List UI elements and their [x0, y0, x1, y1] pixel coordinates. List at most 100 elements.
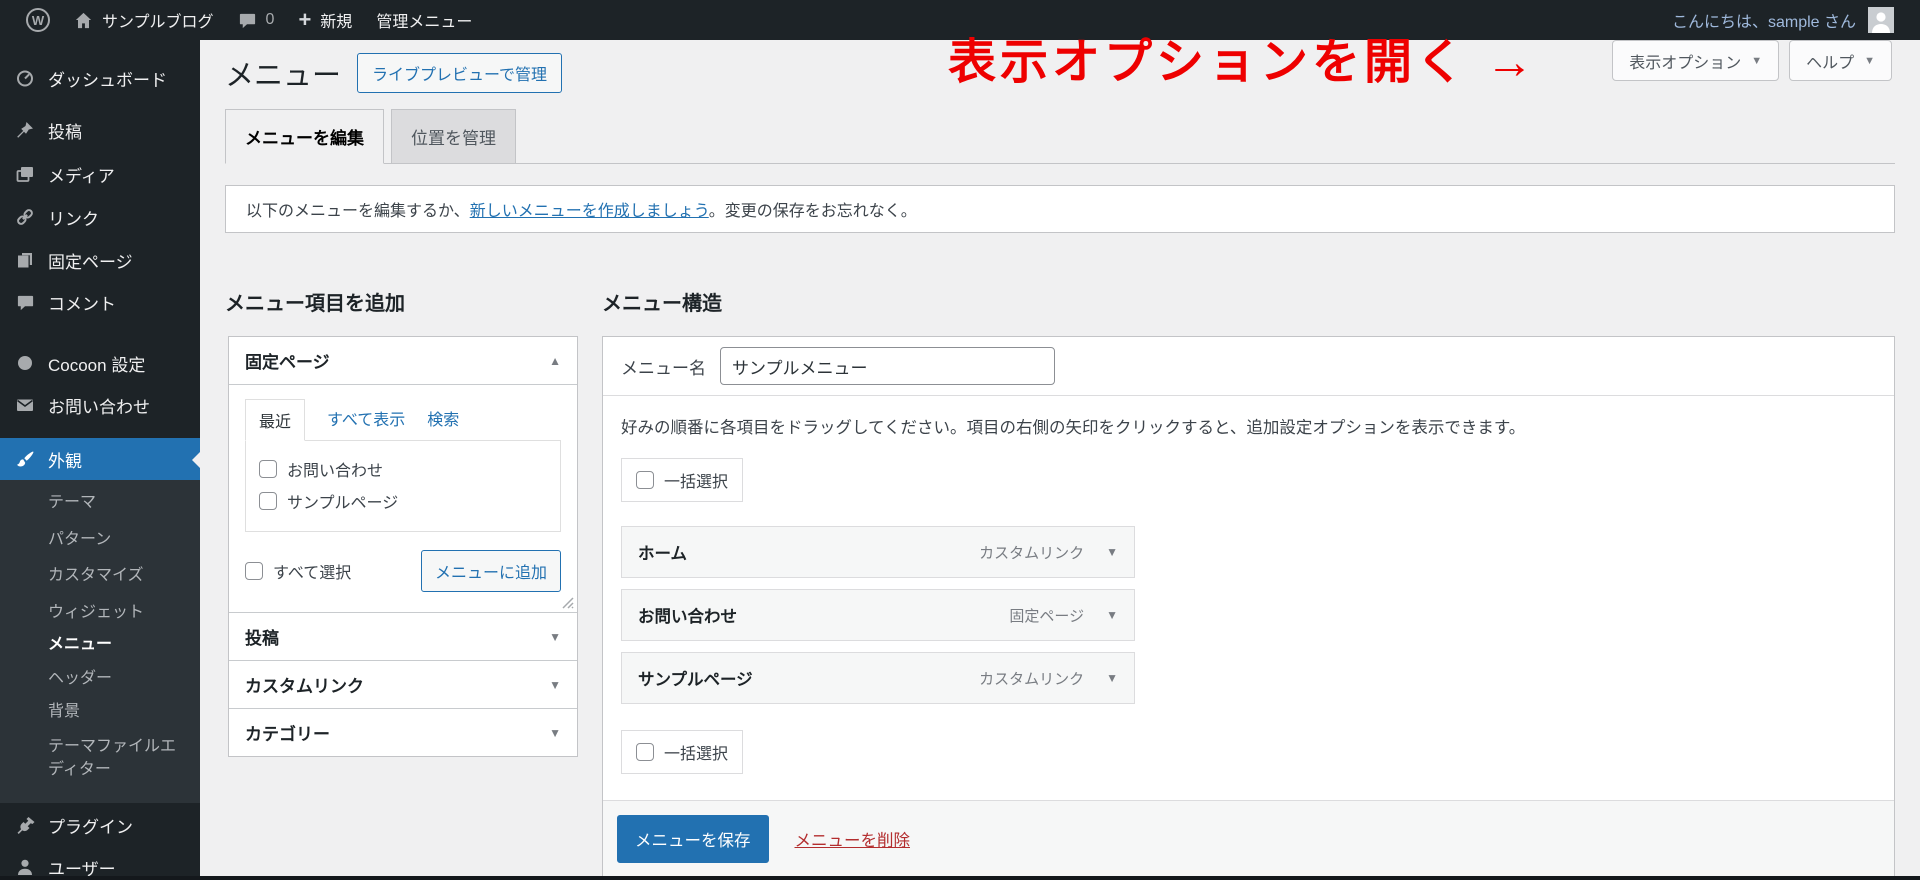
home-icon — [74, 11, 93, 30]
submenu-label: ウィジェット — [48, 604, 145, 621]
page-item-label: サンプルページ — [287, 495, 399, 512]
submenu-item-patterns[interactable]: パターン — [0, 528, 200, 551]
accordion-title: 固定ページ — [245, 353, 330, 372]
site-name-link[interactable]: サンプルブログ — [62, 0, 226, 40]
bulk-select-checkbox[interactable] — [636, 471, 654, 489]
sidebar-item-appearance[interactable]: 外観 — [0, 438, 200, 480]
menu-item-title: お問い合わせ — [638, 608, 737, 626]
chevron-down-icon: ▼ — [549, 725, 561, 740]
submenu-item-customize[interactable]: カスタマイズ — [0, 564, 200, 587]
menu-structure-body: 好みの順番に各項目をドラッグしてください。項目の右側の矢印をクリックすると、追加… — [603, 396, 1894, 792]
sidebar-item-label: 投稿 — [48, 122, 82, 142]
new-content-link[interactable]: + 新規 — [286, 0, 364, 40]
accordion-section-pages[interactable]: 固定ページ ▲ — [229, 337, 577, 385]
menu-structure-heading: メニュー構造 — [602, 293, 722, 315]
pages-checklist: お問い合わせ サンプルページ — [245, 440, 561, 532]
delete-menu-link[interactable]: メニューを削除 — [795, 827, 911, 851]
screen-options-label: 表示オプション — [1629, 54, 1742, 72]
tab-view-all[interactable]: すべて表示 — [327, 406, 405, 430]
submenu-item-widgets[interactable]: ウィジェット — [0, 601, 200, 624]
accordion-section-custom-links[interactable]: カスタムリンク ▼ — [229, 660, 577, 708]
menu-name-label: メニュー名 — [621, 358, 706, 378]
tab-most-recent[interactable]: 最近 — [245, 399, 306, 441]
sidebar-item-media[interactable]: メディア — [0, 152, 200, 196]
submenu-label: カスタマイズ — [48, 567, 144, 584]
expand-item-arrow[interactable]: ▼ — [1106, 671, 1118, 685]
add-to-menu-button[interactable]: メニューに追加 — [420, 550, 561, 592]
select-all-checkbox[interactable] — [245, 562, 263, 580]
bulk-select-control: 一括選択 — [621, 458, 744, 502]
user-icon — [14, 857, 36, 877]
sidebar-item-comments[interactable]: コメント — [0, 280, 200, 324]
submenu-item-themes[interactable]: テーマ — [0, 491, 200, 514]
chevron-up-icon: ▲ — [549, 353, 561, 368]
notice-text: 以下のメニューを編集するか、新しいメニューを作成しましょう。変更の保存をお忘れな… — [246, 197, 917, 221]
avatar — [1868, 7, 1894, 33]
sidebar-item-label: プラグイン — [48, 817, 133, 837]
select-all-label: すべて選択 — [273, 565, 352, 582]
admin-menu-bar-link[interactable]: 管理メニュー — [364, 0, 484, 40]
expand-item-arrow[interactable]: ▼ — [1106, 545, 1118, 559]
menu-item-contact[interactable]: お問い合わせ 固定ページ ▼ — [621, 589, 1135, 641]
account-link[interactable]: こんにちは、sample さん — [1660, 0, 1906, 40]
menu-item-sample-page[interactable]: サンプルページ カスタムリンク ▼ — [621, 652, 1135, 704]
page-checkbox[interactable] — [259, 460, 277, 478]
sidebar-item-cocoon-settings[interactable]: Cocoon 設定 — [0, 341, 200, 385]
menu-items-list: ホーム カスタムリンク ▼ お問い合わせ 固定ページ ▼ サンプルページ カスタ… — [621, 526, 1135, 704]
tab-edit-menus[interactable]: メニューを編集 — [225, 109, 384, 164]
media-icon — [14, 164, 36, 184]
admin-sidebar: ダッシュボード 投稿 メディア リンク 固定ページ コメント Cocoon 設定… — [0, 40, 200, 880]
drag-instruction: 好みの順番に各項目をドラッグしてください。項目の右側の矢印をクリックすると、追加… — [621, 419, 1526, 437]
menu-item-type: 固定ページ — [1009, 607, 1085, 625]
chevron-down-icon: ▼ — [549, 677, 561, 692]
submenu-item-menus[interactable]: メニュー — [0, 633, 200, 656]
help-button[interactable]: ヘルプ ▼ — [1789, 40, 1892, 81]
page-checkbox[interactable] — [259, 492, 277, 510]
accordion-title: カテゴリー — [245, 725, 330, 744]
page-checklist-item: サンプルページ — [246, 485, 560, 517]
submenu-item-header[interactable]: ヘッダー — [0, 667, 200, 690]
link-icon — [14, 207, 36, 227]
sidebar-item-users[interactable]: ユーザー — [0, 845, 200, 880]
wp-logo-link[interactable]: W — [14, 0, 62, 40]
live-preview-button[interactable]: ライブプレビューで管理 — [357, 53, 563, 93]
menu-item-type: カスタムリンク — [979, 670, 1085, 688]
annotation-open-screen-options: 表示オプションを開く → — [948, 36, 1538, 89]
menu-name-input[interactable] — [720, 347, 1055, 385]
bulk-select-control: 一括選択 — [621, 730, 744, 774]
comment-icon — [14, 293, 36, 312]
create-menu-link[interactable]: 新しいメニューを作成しましょう — [470, 203, 709, 220]
bulk-select-label: 一括選択 — [664, 474, 729, 491]
accordion-section-categories[interactable]: カテゴリー ▼ — [229, 708, 577, 756]
menu-item-home[interactable]: ホーム カスタムリンク ▼ — [621, 526, 1135, 578]
save-menu-button[interactable]: メニューを保存 — [617, 814, 769, 863]
comments-link[interactable]: 0 — [226, 0, 287, 40]
sidebar-item-label: リンク — [48, 209, 99, 229]
wp-logo-letter: W — [31, 12, 45, 28]
tab-manage-locations[interactable]: 位置を管理 — [391, 109, 516, 164]
submenu-item-theme-file-editor[interactable]: テーマファイルエディター — [0, 735, 200, 781]
gauge-icon — [14, 68, 36, 88]
screen-meta-toggles: 表示オプション ▼ ヘルプ ▼ — [1612, 40, 1892, 81]
menu-structure-panel: メニュー名 好みの順番に各項目をドラッグしてください。項目の右側の矢印をクリック… — [602, 336, 1895, 877]
accordion-section-posts[interactable]: 投稿 ▼ — [229, 612, 577, 660]
accordion-title: カスタムリンク — [245, 677, 364, 696]
new-label: 新規 — [320, 14, 353, 31]
tab-search[interactable]: 検索 — [427, 406, 459, 430]
expand-item-arrow[interactable]: ▼ — [1106, 608, 1118, 622]
screen-options-button[interactable]: 表示オプション ▼ — [1612, 40, 1780, 81]
sidebar-item-dashboard[interactable]: ダッシュボード — [0, 56, 200, 100]
submenu-item-background[interactable]: 背景 — [0, 700, 200, 723]
sidebar-item-posts[interactable]: 投稿 — [0, 108, 200, 152]
pages-icon — [14, 250, 36, 270]
wordpress-logo-icon: W — [26, 8, 50, 32]
menu-name-row: メニュー名 — [603, 337, 1894, 396]
chevron-down-icon: ▼ — [1864, 54, 1875, 67]
sidebar-item-plugins[interactable]: プラグイン — [0, 803, 200, 847]
menu-item-title: サンプルページ — [638, 671, 753, 689]
resize-handle[interactable] — [560, 595, 574, 609]
sidebar-item-contact[interactable]: お問い合わせ — [0, 383, 200, 427]
bulk-select-checkbox[interactable] — [636, 743, 654, 761]
sidebar-item-pages[interactable]: 固定ページ — [0, 238, 200, 282]
sidebar-item-links[interactable]: リンク — [0, 195, 200, 239]
